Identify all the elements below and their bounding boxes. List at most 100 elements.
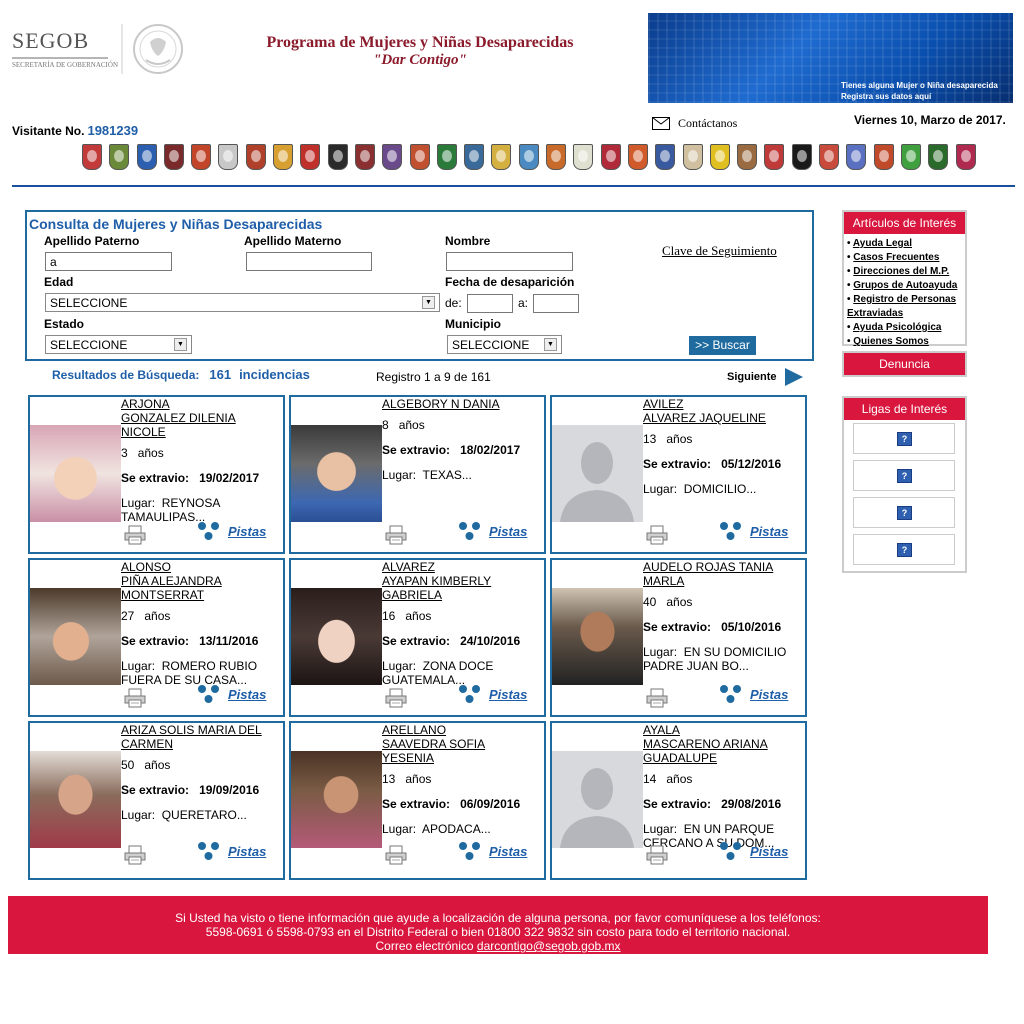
state-shield-icon[interactable] bbox=[300, 144, 321, 170]
printer-icon[interactable] bbox=[384, 688, 408, 708]
person-name-link[interactable]: ALONSO PIÑA ALEJANDRA MONTSERRAT bbox=[121, 560, 279, 602]
person-name-link[interactable]: AUDELO ROJAS TANIA MARLA bbox=[643, 560, 801, 588]
fecha-hasta-input[interactable] bbox=[533, 294, 579, 313]
pistas-link[interactable]: Pistas bbox=[197, 684, 266, 704]
person-name-link[interactable]: ALVAREZ AYAPAN KIMBERLY GABRIELA bbox=[382, 560, 540, 602]
segob-logo[interactable]: SEGOB SECRETARÍA DE GOBERNACIÓN bbox=[12, 24, 118, 74]
person-name-link[interactable]: ARIZA SOLIS MARIA DEL CARMEN bbox=[121, 723, 279, 751]
printer-icon[interactable] bbox=[123, 845, 147, 865]
state-shield-icon[interactable] bbox=[218, 144, 239, 170]
pistas-link[interactable]: Pistas bbox=[458, 521, 527, 541]
municipio-select[interactable]: SELECCIONE ▼ bbox=[447, 335, 562, 354]
printer-icon[interactable] bbox=[123, 688, 147, 708]
placeholder-photo[interactable] bbox=[552, 425, 643, 522]
pistas-link[interactable]: Pistas bbox=[458, 841, 527, 861]
person-name-link[interactable]: ARELLANO SAAVEDRA SOFIA YESENIA bbox=[382, 723, 540, 765]
person-card: ARIZA SOLIS MARIA DEL CARMEN 50 años Se ext… bbox=[28, 721, 285, 880]
state-shield-icon[interactable] bbox=[573, 144, 594, 170]
state-shield-icon[interactable] bbox=[327, 144, 348, 170]
person-photo[interactable] bbox=[291, 425, 382, 522]
person-name-link[interactable]: AYALA MASCARENO ARIANA GUADALUPE bbox=[643, 723, 801, 765]
person-photo[interactable] bbox=[291, 751, 382, 848]
person-photo[interactable] bbox=[30, 751, 121, 848]
state-shield-icon[interactable] bbox=[409, 144, 430, 170]
contact-link[interactable]: Contáctanos bbox=[652, 116, 737, 131]
liga-link[interactable]: ? bbox=[853, 460, 955, 491]
person-photo[interactable] bbox=[30, 588, 121, 685]
state-shield-icon[interactable] bbox=[846, 144, 867, 170]
state-shield-icon[interactable] bbox=[600, 144, 621, 170]
register-banner[interactable]: Tienes alguna Mujer o Niña desaparecida … bbox=[648, 13, 1013, 103]
person-photo[interactable] bbox=[30, 425, 121, 522]
state-shield-icon[interactable] bbox=[682, 144, 703, 170]
state-shield-icon[interactable] bbox=[627, 144, 648, 170]
state-shield-icon[interactable] bbox=[491, 144, 512, 170]
state-shield-icon[interactable] bbox=[382, 144, 403, 170]
nombre-input[interactable] bbox=[446, 252, 573, 271]
pistas-link[interactable]: Pistas bbox=[719, 684, 788, 704]
liga-link[interactable]: ? bbox=[853, 534, 955, 565]
printer-icon[interactable] bbox=[384, 525, 408, 545]
age-value: 40 bbox=[643, 595, 657, 609]
edad-select[interactable]: SELECCIONE ▼ bbox=[45, 293, 440, 312]
state-shield-icon[interactable] bbox=[436, 144, 457, 170]
state-shield-icon[interactable] bbox=[900, 144, 921, 170]
printer-icon[interactable] bbox=[123, 525, 147, 545]
person-name-link[interactable]: ARJONA GONZALEZ DILENIA NICOLE bbox=[121, 397, 279, 439]
state-shield-icon[interactable] bbox=[764, 144, 785, 170]
state-shield-icon[interactable] bbox=[245, 144, 266, 170]
state-shield-icon[interactable] bbox=[518, 144, 539, 170]
state-shield-icon[interactable] bbox=[737, 144, 758, 170]
state-shield-icon[interactable] bbox=[791, 144, 812, 170]
apellido-materno-input[interactable] bbox=[246, 252, 372, 271]
state-shield-icon[interactable] bbox=[136, 144, 157, 170]
state-shield-icon[interactable] bbox=[655, 144, 676, 170]
state-shield-icon[interactable] bbox=[709, 144, 730, 170]
pistas-link[interactable]: Pistas bbox=[719, 521, 788, 541]
apellido-paterno-input[interactable] bbox=[45, 252, 172, 271]
person-name-link[interactable]: AVILEZ ALVAREZ JAQUELINE bbox=[643, 397, 801, 425]
state-shield-icon[interactable] bbox=[273, 144, 294, 170]
printer-icon[interactable] bbox=[384, 845, 408, 865]
articulo-link[interactable]: Registro de Personas Extraviadas bbox=[847, 294, 956, 319]
person-name-line: ALVAREZ JAQUELINE bbox=[643, 411, 766, 425]
pistas-icon bbox=[198, 685, 219, 703]
person-photo[interactable] bbox=[291, 588, 382, 685]
state-shield-icon[interactable] bbox=[354, 144, 375, 170]
person-photo[interactable] bbox=[552, 588, 643, 685]
state-shield-icon[interactable] bbox=[819, 144, 840, 170]
denuncia-button[interactable]: Denuncia bbox=[842, 351, 967, 377]
buscar-button[interactable]: >> Buscar bbox=[689, 336, 756, 355]
articulo-link[interactable]: Direcciones del M.P. bbox=[853, 266, 949, 277]
person-name-link[interactable]: ALGEBORY N DANIA bbox=[382, 397, 540, 411]
state-shield-icon[interactable] bbox=[163, 144, 184, 170]
printer-icon[interactable] bbox=[645, 525, 669, 545]
state-shield-icon[interactable] bbox=[191, 144, 212, 170]
placeholder-photo[interactable] bbox=[552, 751, 643, 848]
liga-link[interactable]: ? bbox=[853, 423, 955, 454]
printer-icon[interactable] bbox=[645, 845, 669, 865]
articulo-link[interactable]: Ayuda Psicológica bbox=[853, 322, 942, 333]
footer-email-link[interactable]: darcontigo@segob.gob.mx bbox=[477, 939, 621, 953]
state-shield-icon[interactable] bbox=[955, 144, 976, 170]
articulo-link[interactable]: Casos Frecuentes bbox=[853, 252, 939, 263]
pistas-link[interactable]: Pistas bbox=[458, 684, 527, 704]
articulo-link[interactable]: Grupos de Autoayuda bbox=[853, 280, 957, 291]
pistas-link[interactable]: Pistas bbox=[197, 521, 266, 541]
state-shield-icon[interactable] bbox=[464, 144, 485, 170]
printer-icon[interactable] bbox=[645, 688, 669, 708]
liga-link[interactable]: ? bbox=[853, 497, 955, 528]
pistas-link[interactable]: Pistas bbox=[719, 841, 788, 861]
clave-seguimiento-link[interactable]: Clave de Seguimiento bbox=[662, 243, 777, 259]
pistas-link[interactable]: Pistas bbox=[197, 841, 266, 861]
state-shield-icon[interactable] bbox=[546, 144, 567, 170]
estado-select[interactable]: SELECCIONE ▼ bbox=[45, 335, 192, 354]
articulo-link[interactable]: Ayuda Legal bbox=[853, 238, 912, 249]
state-shield-icon[interactable] bbox=[109, 144, 130, 170]
articulo-link[interactable]: Quienes Somos bbox=[853, 336, 929, 347]
siguiente-button[interactable]: Siguiente bbox=[727, 368, 803, 386]
state-shield-icon[interactable] bbox=[82, 144, 102, 170]
state-shield-icon[interactable] bbox=[873, 144, 894, 170]
state-shield-icon[interactable] bbox=[928, 144, 949, 170]
fecha-desde-input[interactable] bbox=[467, 294, 513, 313]
